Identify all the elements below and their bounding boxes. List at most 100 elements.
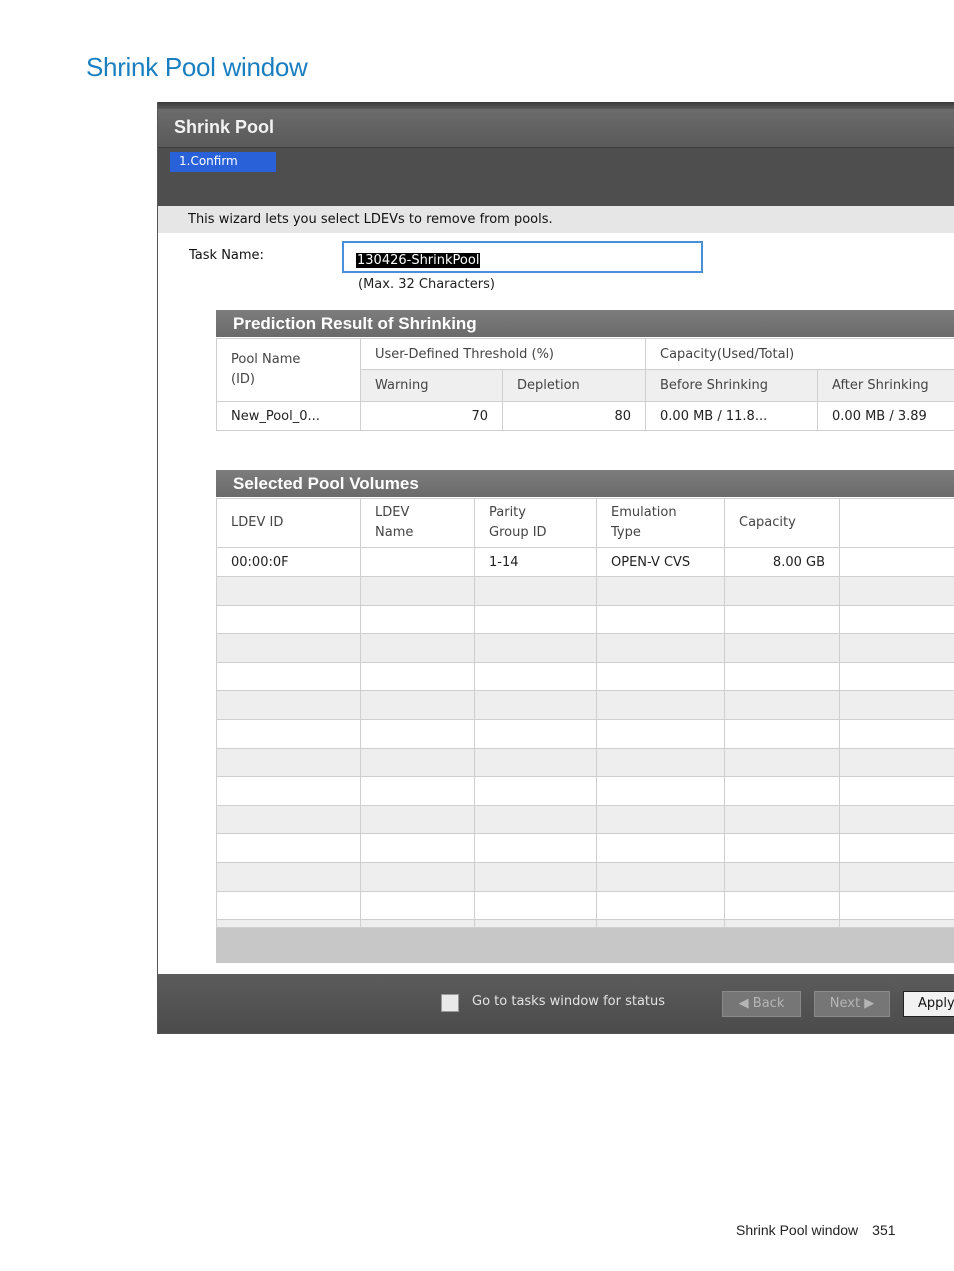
- shrink-pool-window: Shrink Pool 1.Confirm This wizard lets y…: [157, 102, 954, 1034]
- empty-cell: [596, 747, 725, 778]
- volumes-heading: Selected Pool Volumes: [216, 470, 954, 497]
- empty-cell: [474, 633, 597, 663]
- document-title: Shrink Pool window: [86, 52, 308, 82]
- empty-cell: [474, 861, 597, 892]
- table-row: New_Pool_0... 70 80 0.00 MB / 11.8... 0.…: [216, 401, 954, 431]
- task-name-label: Task Name:: [189, 248, 264, 263]
- empty-cell: [474, 776, 597, 806]
- empty-cell: [216, 604, 361, 635]
- col-pool-name[interactable]: Pool Name (ID): [216, 338, 361, 402]
- empty-table-row: [216, 833, 954, 863]
- empty-cell: [724, 576, 840, 606]
- empty-cell: [216, 833, 361, 863]
- empty-cell: [360, 661, 475, 692]
- page-footer: Shrink Pool window 351: [736, 1222, 896, 1238]
- ldev-id-cell: 00:00:0F: [216, 547, 361, 577]
- empty-cell: [216, 747, 361, 778]
- table-row[interactable]: 00:00:0F 1-14 OPEN-V CVS 8.00 GB: [216, 547, 954, 577]
- empty-cell: [216, 576, 361, 606]
- volumes-body: 00:00:0F 1-14 OPEN-V CVS 8.00 GB: [216, 547, 954, 929]
- col-extra: [839, 498, 954, 548]
- col-emulation-type[interactable]: Emulation Type: [596, 498, 725, 548]
- empty-cell: [216, 776, 361, 806]
- step-confirm-tab[interactable]: 1.Confirm: [170, 152, 276, 172]
- page-number: 351: [872, 1222, 896, 1238]
- empty-table-row: [216, 776, 954, 806]
- empty-cell: [839, 776, 954, 806]
- back-button[interactable]: ◀ Back: [722, 991, 801, 1017]
- empty-table-row: [216, 661, 954, 692]
- capacity-cell: 8.00 GB: [724, 547, 840, 577]
- col-depletion[interactable]: Depletion: [501, 369, 647, 402]
- empty-table-row: [216, 861, 954, 892]
- col-capacity[interactable]: Capacity: [724, 498, 840, 548]
- group-threshold: User-Defined Threshold (%): [359, 338, 647, 370]
- col-parity-group[interactable]: Parity Group ID: [474, 498, 597, 548]
- empty-cell: [724, 804, 840, 835]
- empty-cell: [360, 833, 475, 863]
- after-shrinking-cell: 0.00 MB / 3.89: [817, 401, 954, 431]
- empty-table-row: [216, 604, 954, 635]
- empty-cell: [216, 919, 361, 929]
- empty-cell: [360, 804, 475, 835]
- empty-cell: [474, 890, 597, 921]
- empty-cell: [360, 576, 475, 606]
- empty-cell: [596, 890, 725, 921]
- empty-cell: [360, 747, 475, 778]
- col-ldev-name[interactable]: LDEV Name: [360, 498, 475, 548]
- warning-cell: 70: [360, 401, 503, 431]
- col-ldev-id[interactable]: LDEV ID: [216, 498, 361, 548]
- empty-cell: [596, 633, 725, 663]
- empty-cell: [596, 576, 725, 606]
- pool-name-cell: New_Pool_0...: [216, 401, 361, 431]
- empty-table-row: [216, 633, 954, 663]
- task-name-input[interactable]: 130426-ShrinkPool: [342, 241, 703, 273]
- empty-cell: [839, 604, 954, 635]
- window-header: Shrink Pool: [158, 109, 954, 148]
- empty-cell: [474, 747, 597, 778]
- empty-cell: [839, 919, 954, 929]
- empty-cell: [724, 776, 840, 806]
- footer-label: Shrink Pool window: [736, 1222, 859, 1238]
- empty-cell: [596, 661, 725, 692]
- empty-cell: [216, 661, 361, 692]
- col-warning[interactable]: Warning: [360, 369, 503, 402]
- empty-cell: [360, 776, 475, 806]
- empty-cell: [724, 890, 840, 921]
- empty-table-row: [216, 804, 954, 835]
- empty-cell: [596, 804, 725, 835]
- tasks-window-checkbox[interactable]: [441, 994, 459, 1012]
- volumes-table: LDEV ID LDEV Name Parity Group ID Emulat…: [216, 498, 954, 929]
- empty-cell: [360, 690, 475, 720]
- empty-table-row: [216, 690, 954, 720]
- apply-button[interactable]: Apply: [903, 991, 954, 1017]
- empty-cell: [360, 633, 475, 663]
- col-before-shrinking[interactable]: Before Shrinking: [645, 369, 819, 402]
- empty-cell: [360, 890, 475, 921]
- empty-cell: [724, 747, 840, 778]
- col-after-shrinking[interactable]: After Shrinking: [817, 369, 954, 402]
- empty-cell: [724, 861, 840, 892]
- extra-cell: [839, 547, 954, 577]
- parity-group-cell: 1-14: [474, 547, 597, 577]
- empty-cell: [474, 576, 597, 606]
- empty-cell: [839, 890, 954, 921]
- empty-cell: [474, 718, 597, 749]
- ldev-name-cell: [360, 547, 475, 577]
- empty-cell: [216, 804, 361, 835]
- empty-cell: [474, 919, 597, 929]
- empty-cell: [839, 804, 954, 835]
- chevron-right-icon: ▶: [864, 996, 875, 1011]
- empty-cell: [596, 604, 725, 635]
- empty-cell: [839, 661, 954, 692]
- empty-cell: [596, 690, 725, 720]
- empty-cell: [839, 747, 954, 778]
- empty-table-row: [216, 890, 954, 921]
- empty-cell: [724, 833, 840, 863]
- empty-cell: [724, 604, 840, 635]
- empty-cell: [596, 718, 725, 749]
- window-title: Shrink Pool: [174, 117, 275, 137]
- volumes-table-footer: [216, 928, 954, 963]
- empty-cell: [474, 833, 597, 863]
- next-button[interactable]: Next ▶: [814, 991, 890, 1017]
